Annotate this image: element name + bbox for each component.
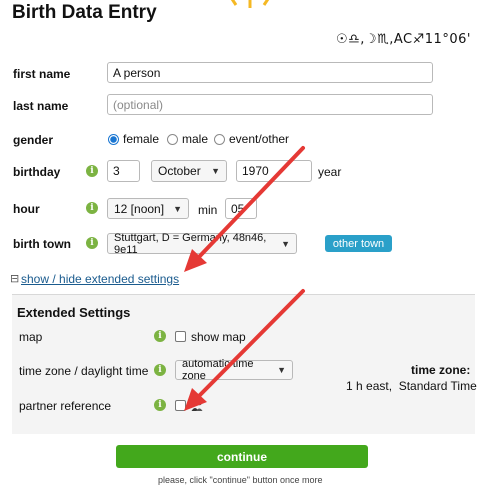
info-icon[interactable]: i <box>86 202 98 214</box>
info-icon[interactable]: i <box>154 399 166 411</box>
first-name-label: first name <box>13 67 71 81</box>
birthday-label: birthday <box>13 165 61 179</box>
continue-button[interactable]: continue <box>116 445 368 468</box>
timezone-value: automatic time zone <box>182 358 254 382</box>
birth-town-value: Stuttgart, D = Germany, 48n46, 9e11 <box>114 231 267 256</box>
other-town-button[interactable]: other town <box>325 235 392 252</box>
show-map-checkbox[interactable] <box>175 331 186 342</box>
year-label: year <box>318 165 342 179</box>
birth-town-label: birth town <box>13 237 71 251</box>
birth-day-value: 3 <box>113 164 120 178</box>
chevron-down-icon: ▼ <box>277 365 286 375</box>
timezone-label: time zone / daylight time <box>19 364 149 378</box>
birth-day-input[interactable]: 3 <box>107 160 140 182</box>
hour-value: 12 [noon] <box>114 201 165 216</box>
hour-label: hour <box>13 202 40 216</box>
birth-month-select[interactable]: October ▼ <box>151 160 227 182</box>
birth-year-input[interactable]: 1970 <box>236 160 312 182</box>
continue-hint: please, click "continue" button once mor… <box>158 475 323 485</box>
last-name-input[interactable]: (optional) <box>107 94 433 115</box>
gender-radio-event-other[interactable] <box>214 134 225 145</box>
gender-radio-male[interactable] <box>167 134 178 145</box>
info-icon[interactable]: i <box>154 330 166 342</box>
gender-option-male[interactable]: male <box>182 132 208 146</box>
info-icon[interactable]: i <box>154 364 166 376</box>
map-label: map <box>19 330 43 344</box>
birth-town-select[interactable]: Stuttgart, D = Germany, 48n46, 9e11 ▼ <box>107 231 297 256</box>
partner-reference-label: partner reference <box>19 399 112 413</box>
minute-value: 05 <box>231 201 245 216</box>
show-map-label[interactable]: show map <box>191 330 246 344</box>
min-label: min <box>198 203 218 217</box>
chevron-down-icon: ▼ <box>211 166 220 176</box>
gender-option-event-other[interactable]: event/other <box>229 132 289 146</box>
gender-option-female[interactable]: female <box>123 132 159 146</box>
last-name-placeholder: (optional) <box>113 97 164 112</box>
collapse-icon[interactable]: ⊟ <box>10 272 19 285</box>
page-title: Birth Data Entry <box>12 2 157 23</box>
gender-label: gender <box>13 133 54 147</box>
gender-radio-female[interactable] <box>108 134 119 145</box>
birth-month-value: October <box>158 164 201 178</box>
extended-settings-title: Extended Settings <box>17 305 131 320</box>
astro-summary: ☉♎,☽♏,AC♐11°06' <box>336 32 471 47</box>
info-icon[interactable]: i <box>86 165 98 177</box>
sun-icon <box>230 0 270 8</box>
hour-select[interactable]: 12 [noon] ▼ <box>107 198 189 219</box>
chevron-down-icon: ▼ <box>173 203 182 214</box>
partner-reference-checkbox[interactable] <box>175 400 186 411</box>
first-name-value: A person <box>113 65 161 80</box>
last-name-label: last name <box>13 99 69 113</box>
timezone-info-title: time zone: <box>411 363 471 377</box>
timezone-info-value: 1 h east, Standard Time <box>346 379 477 393</box>
info-icon[interactable]: i <box>86 237 98 249</box>
chevron-down-icon: ▼ <box>281 238 290 249</box>
toggle-extended-settings-link[interactable]: show / hide extended settings <box>21 272 179 286</box>
timezone-select[interactable]: automatic time zone ▼ <box>175 358 293 382</box>
birth-year-value: 1970 <box>242 164 269 178</box>
first-name-input[interactable]: A person <box>107 62 433 83</box>
partner-icon <box>191 399 203 411</box>
minute-input[interactable]: 05 <box>225 198 257 219</box>
